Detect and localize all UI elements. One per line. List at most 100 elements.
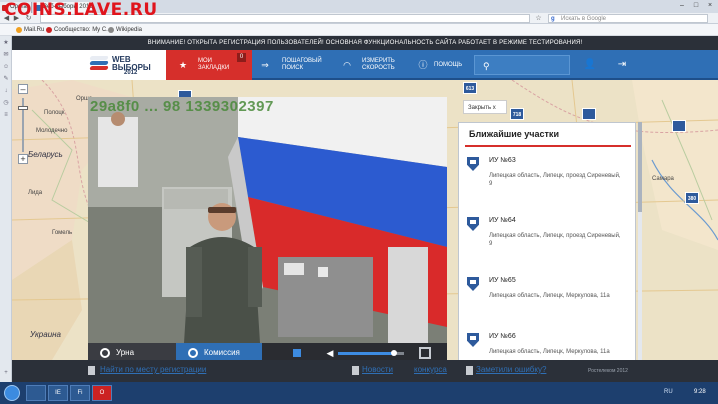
map-pin[interactable] [582,108,596,120]
map-pin[interactable]: 718 [510,108,524,120]
copyright-text: Ростелеком 2012 [588,368,628,374]
windows-taskbar: IE Fi O RU 9:28 [0,382,718,404]
panel-scrollbar[interactable] [638,122,642,363]
station-item[interactable]: ИУ №63 Липецкая область, Липецк, проезд … [465,153,631,205]
bookmark-community[interactable]: Сообщество: My C... [46,26,111,34]
sidebar-history-icon[interactable]: ◷ [3,100,9,106]
camera-icon [188,348,198,358]
start-button[interactable] [4,385,20,401]
bookmark-label: Wikipedia [116,27,143,33]
map-label-belarus: Беларусь [28,150,63,159]
scrollbar-thumb[interactable] [638,122,642,212]
map-zoom-control: – + [18,84,28,166]
search-icon: ⚲ [483,61,490,71]
taskbar-clock[interactable]: 9:28 [694,389,706,395]
camera-tab-label: Урна [116,348,135,357]
map-label-gomel: Гомель [52,230,73,236]
map-pin[interactable]: 380 [685,192,699,204]
bookmark-star-icon[interactable]: ☆ [534,14,543,23]
ballot-pin-icon [467,157,479,171]
volume-fill [338,352,395,355]
sidebar-bookmarks-icon[interactable]: ★ [3,40,9,46]
station-item[interactable]: ИУ №66 Липецкая область, Липецк, Меркуло… [465,329,631,362]
map-label-samara: Самара [652,176,674,182]
map-label-lida: Лида [28,190,43,196]
announcement-banner: ВНИМАНИЕ! ОТКРЫТА РЕГИСТРАЦИЯ ПОЛЬЗОВАТЕ… [12,36,718,50]
nav-label: ПОШАГОВЫЙ ПОИСК [282,58,322,71]
bookmark-wikipedia[interactable]: Wikipedia [108,26,142,34]
video-timestamp: 29a8f0 ... 98 1339302397 [90,98,274,115]
station-item[interactable]: ИУ №64 Липецкая область, Липецк, проезд … [465,213,631,265]
close-label: Закрыть [468,105,492,111]
zoom-out-button[interactable]: – [18,84,28,94]
close-window-button[interactable]: × [704,1,716,10]
station-item[interactable]: ИУ №65 Липецкая область, Липецк, Меркуло… [465,273,631,325]
bookmark-label: Сообщество: My C... [54,27,112,33]
panel-divider [465,145,631,147]
taskbar-app-explorer[interactable] [26,385,46,401]
info-icon: ⓘ [418,60,428,70]
webcam-video-player[interactable]: 29a8f0 ... 98 1339302397 Урна Комиссия ◀ [88,97,447,363]
bookmark-mailru[interactable]: Mail.Ru [16,26,44,34]
station-title: ИУ №65 [489,277,516,284]
taskbar-app-files[interactable]: Fi [70,385,90,401]
nav-step-search[interactable]: ⇒ ПОШАГОВЫЙ ПОИСК [252,50,328,80]
register-search-link[interactable]: Найти по месту регистрации [100,365,206,374]
nav-help[interactable]: ⓘ ПОМОЩЬ [412,50,472,80]
maximize-button[interactable]: □ [690,1,702,10]
taskbar-app-opera[interactable]: O [92,385,112,401]
site-logo[interactable]: WEB ВЫБОРЫ 2012 [12,50,166,80]
nav-my-bookmarks[interactable]: ★ МОИ ЗАКЛАДКИ 0 [166,50,252,80]
station-address: Липецкая область, Липецк, Меркулова, 11а [489,349,610,355]
sidebar-panels-icon[interactable]: ≡ [3,112,9,118]
fullscreen-icon[interactable] [419,347,431,359]
sidebar-contacts-icon[interactable]: ☺ [3,64,9,70]
nav-label: МОИ ЗАКЛАДКИ [198,58,230,71]
site-footer: Найти по месту регистрации Новости конку… [12,360,718,382]
bookmark-label: Mail.Ru [24,27,45,33]
document-icon [88,366,95,375]
tray-language[interactable]: RU [664,389,673,395]
map-pin[interactable] [672,120,686,132]
ballot-pin-icon [467,333,479,347]
site-navbar: WEB ВЫБОРЫ 2012 ★ МОИ ЗАКЛАДКИ 0 ⇒ ПОШАГ… [12,50,718,80]
warning-icon [466,366,473,375]
logo-text-year: 2012 [124,70,138,76]
star-icon: ★ [178,60,188,70]
map-label-molodechno: Молодечно [36,128,68,134]
search-placeholder: Искать в Google [561,16,607,22]
logout-icon[interactable]: ⇥ [608,50,636,80]
watermark-text: COINS.LAVE.RU [4,0,158,20]
report-error-link[interactable]: Заметили ошибку? [476,365,546,374]
close-icon: x [492,105,496,111]
minimize-button[interactable]: – [676,1,688,10]
panel-title: Ближайшие участки [469,129,559,139]
map-pin[interactable]: 613 [463,82,477,94]
volume-slider[interactable] [338,350,404,356]
nav-measure-speed[interactable]: ◠ ИЗМЕРИТЬ СКОРОСТЬ [330,50,410,80]
camera-icon [100,348,110,358]
nearby-stations-panel: Ближайшие участки ИУ №63 Липецкая област… [458,122,636,363]
volume-knob[interactable] [391,350,398,356]
zoom-thumb[interactable] [18,106,28,110]
mailru-icon [16,27,22,33]
sidebar-mail-icon[interactable]: ✉ [3,52,9,58]
sidebar-notes-icon[interactable]: ✎ [3,76,9,82]
sidebar-add-icon[interactable]: + [3,370,9,376]
volume-icon[interactable]: ◀ [325,348,335,358]
user-icon[interactable]: 👤 [576,50,604,80]
stop-icon[interactable] [293,349,301,357]
zoom-in-button[interactable]: + [18,154,28,164]
site-search-box[interactable]: ⚲ [474,55,570,75]
camera-tab-label: Комиссия [204,348,240,357]
search-input[interactable]: g Искать в Google [548,14,708,23]
arrows-icon: ⇒ [261,60,269,70]
station-title: ИУ №66 [489,333,516,340]
sidebar-downloads-icon[interactable]: ↓ [3,88,9,94]
taskbar-app-ie[interactable]: IE [48,385,68,401]
contest-link[interactable]: конкурса [414,365,447,374]
news-link[interactable]: Новости [362,365,393,374]
community-icon [46,27,52,33]
station-title: ИУ №64 [489,217,516,224]
close-panel-button[interactable]: Закрыть x [463,100,507,114]
